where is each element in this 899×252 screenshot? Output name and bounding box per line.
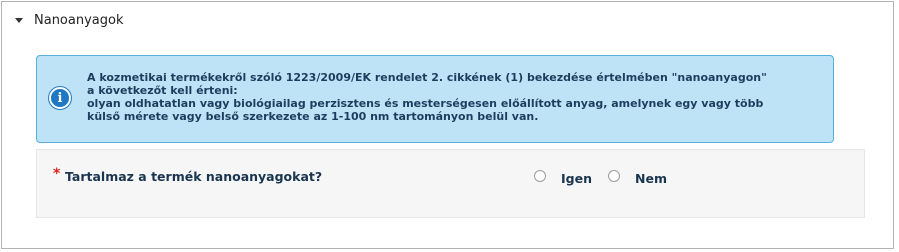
radio-button-yes[interactable] — [534, 170, 546, 182]
section-header-toggle[interactable]: Nanoanyagok — [10, 10, 123, 30]
info-line-2: a következőt kell érteni: — [87, 84, 238, 97]
caret-down-icon[interactable] — [15, 17, 23, 23]
info-line-3: olyan oldhatatlan vagy biológiailag perz… — [87, 97, 764, 110]
radio-button-no[interactable] — [608, 170, 620, 182]
info-message-text: A kozmetikai termékekről szóló 1223/2009… — [87, 71, 827, 123]
nanomaterials-panel: Nanoanyagok i A kozmetikai termékekről s… — [1, 1, 894, 249]
radio-label-no[interactable]: Nem — [635, 171, 667, 186]
info-icon: i — [49, 87, 71, 109]
section-title: Nanoanyagok — [34, 12, 124, 28]
question-row: * Tartalmaz a termék nanoanyagokat? Igen… — [36, 149, 865, 218]
info-line-4: külső mérete vagy belső szerkezete az 1-… — [87, 110, 539, 123]
info-line-1: A kozmetikai termékekről szóló 1223/2009… — [87, 71, 767, 84]
info-message-box: i A kozmetikai termékekről szóló 1223/20… — [36, 55, 834, 143]
required-asterisk: * — [53, 166, 61, 182]
radio-option-no[interactable]: Nem — [608, 166, 667, 186]
question-label: Tartalmaz a termék nanoanyagokat? — [65, 169, 323, 184]
radio-label-yes[interactable]: Igen — [561, 171, 592, 186]
radio-option-yes[interactable]: Igen — [534, 166, 592, 186]
